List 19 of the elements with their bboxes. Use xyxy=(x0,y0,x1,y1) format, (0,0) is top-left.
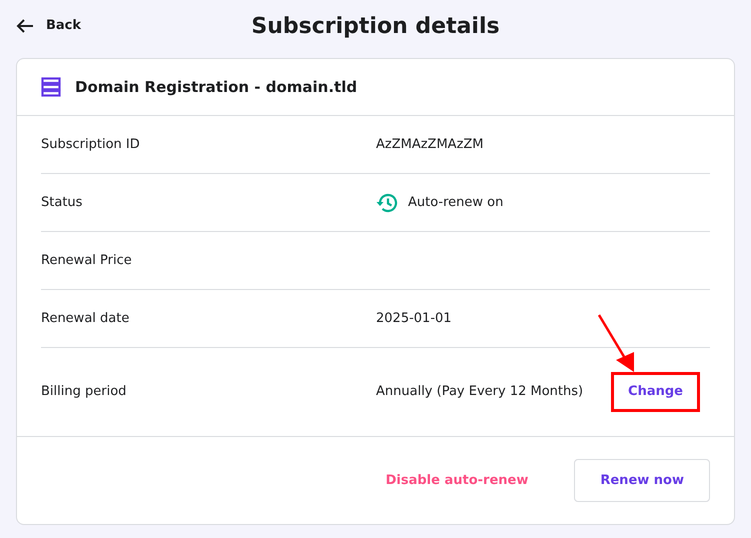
card-title: Domain Registration - domain.tld xyxy=(75,76,358,98)
server-icon xyxy=(41,77,61,97)
field-value: Annually (Pay Every 12 Months) xyxy=(376,383,584,402)
annotation-arrow xyxy=(598,314,634,372)
back-arrow-icon xyxy=(16,18,34,34)
disable-link[interactable]: Disable auto-renew xyxy=(380,470,534,492)
history-icon xyxy=(376,192,398,212)
field-label: Renewal date xyxy=(41,310,130,328)
field-label: Status xyxy=(41,194,84,212)
renew-button[interactable]: Renew now xyxy=(574,458,710,502)
change-button[interactable]: Change xyxy=(611,372,700,412)
field-label: Billing period xyxy=(41,383,128,402)
field-value: AzZMAzZMAzZM xyxy=(376,136,484,154)
status-text: Auto-renew on xyxy=(408,194,504,212)
field-label: Renewal Price xyxy=(41,252,133,270)
field-value: 2025-01-01 xyxy=(376,310,452,328)
page-title: Subscription details xyxy=(251,14,500,39)
back-button[interactable]: Back xyxy=(16,16,82,36)
field-label: Subscription ID xyxy=(41,136,141,154)
